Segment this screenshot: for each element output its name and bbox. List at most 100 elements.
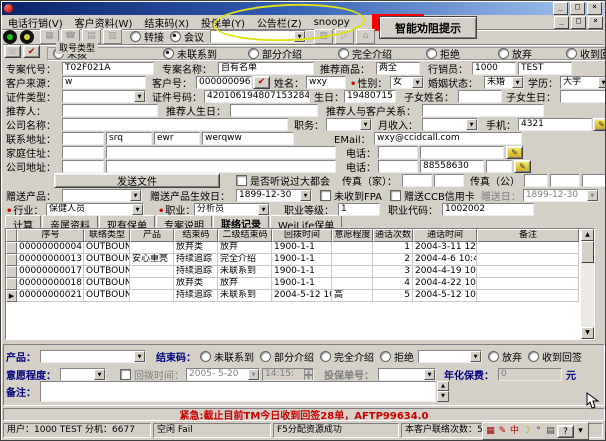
tab[interactable]: 计算 [5,215,41,228]
home-address-input-1[interactable] [62,146,104,159]
company-phone-input[interactable]: 88558630 [420,160,484,173]
referrer-relation-input[interactable] [422,104,544,117]
table-row[interactable]: ▶00000000021OUTBOUND持续追踪未联系到2004-5-12 10… [6,290,594,302]
dial-type-option[interactable]: 拒绝 [426,46,498,61]
dial-type-option[interactable]: 未联系到 [163,46,248,61]
monthly-income-combo[interactable]: ▼ [422,118,478,131]
project-code-input[interactable]: T02F021A [62,62,154,75]
table-row[interactable]: 00000000017OUTBOUND持续追踪未联系到1900-1-132004… [6,266,594,278]
willingness-combo[interactable]: ▼ [60,368,106,381]
home-phone-input[interactable] [420,146,504,159]
send-file-button[interactable]: 发送文件 [54,173,220,188]
menu-item[interactable]: 结束码(X) [138,14,195,31]
agent-id-input[interactable]: 1000 [472,62,516,75]
contact-address-input-4[interactable]: werqww [202,132,294,145]
menu-item[interactable]: 客户资料(W) [69,14,139,31]
job-title-combo[interactable]: ▼ [326,118,372,131]
confirm-dial-button[interactable]: ✔ [23,45,40,58]
name-input[interactable]: wxy [306,76,346,89]
contact-address-input-3[interactable]: ewr [154,132,200,145]
scroll-track[interactable] [581,263,594,327]
result-signed-radio[interactable]: 收到回签 [528,349,582,364]
occupation-combo[interactable]: 分析员▼ [194,203,270,216]
marital-status-combo[interactable]: 未婚▼ [484,76,524,89]
referrer-input[interactable] [62,104,158,117]
dial-type-option[interactable]: 部分介绍 [248,46,338,61]
company-address-input-1[interactable] [62,160,104,173]
scroll-thumb[interactable] [581,241,594,263]
minimize-button[interactable]: _ [553,2,568,15]
recommended-product-input[interactable]: 两全 [376,62,420,75]
fax-home-input-2[interactable] [434,174,464,187]
birthday-input[interactable]: 19480715 [344,90,396,103]
dial-type-option[interactable]: 放弃 [498,46,566,61]
project-name-input[interactable]: 自有名单 [218,62,314,75]
minimize-button[interactable]: _ [554,16,569,29]
ime-indicator-icon[interactable]: ▦ [485,425,496,438]
fax-office-input-3[interactable] [582,174,606,187]
close-button[interactable]: × [588,16,603,29]
agent-name-input[interactable]: TEST [518,62,572,75]
menu-item[interactable]: snoopy [308,16,356,29]
tab[interactable]: 亲属资料 [42,215,98,228]
answer-call-button[interactable] [3,30,17,44]
line-select-combo[interactable]: ▼ [210,30,306,43]
restore-button[interactable]: □ [571,16,586,29]
dial-type-option[interactable]: 收到回签 [566,46,606,61]
gender-combo[interactable]: 女▼ [390,76,424,89]
company-address-input-2[interactable] [106,160,336,173]
mobile-edit-button[interactable]: ✎ [593,118,606,131]
scroll-up-icon[interactable]: ▲ [581,229,594,241]
soft-keyboard-icon[interactable]: ▤ [545,425,556,438]
restore-button[interactable]: □ [570,2,585,15]
menu-item[interactable]: 公告栏(Z) [251,14,308,31]
email-input[interactable]: wxy@ccidcall.com [374,132,522,145]
gift-product-combo[interactable]: ▼ [62,189,142,202]
child-name-input[interactable] [458,90,502,103]
result-refused-radio[interactable]: 拒绝 [380,349,414,364]
help-button[interactable]: ? [557,425,574,438]
policy-number-combo[interactable]: ▼ [378,368,436,381]
dial-type-option[interactable]: 完全介绍 [338,46,426,61]
punctuation-icon[interactable]: ° [533,425,544,438]
education-combo[interactable]: 大学▼ [560,76,606,89]
remark-spinner[interactable]: ▲▼ [437,381,449,402]
table-row[interactable]: 00000000004OUTBOUND放弃类放弃1900-1-112004-3-… [6,242,594,254]
conference-radio[interactable]: 会议 [170,29,204,44]
home-phone-area-input[interactable] [378,146,418,159]
fax-office-input-2[interactable] [550,174,580,187]
fax-home-input-1[interactable] [402,174,432,187]
row-selector[interactable] [6,242,17,254]
occupation-grade-input[interactable]: 1 [338,203,380,216]
menu-item[interactable]: 投保单(Y) [195,14,251,31]
moon-icon[interactable]: ☽ [521,425,532,438]
tab[interactable]: WeiLife保单 [270,215,342,228]
hangup-call-button[interactable] [20,30,34,44]
company-phone-area-input[interactable] [378,160,418,173]
table-row[interactable]: 00000000018OUTBOUND放弃类放弃1900-1-142004-4-… [6,278,594,290]
result-partial-intro-radio[interactable]: 部分介绍 [260,349,314,364]
tray-options-icon[interactable]: ▾ [575,425,586,438]
id-type-combo[interactable]: ▼ [62,90,146,103]
id-number-input[interactable]: 420106194807153284 [204,90,310,103]
mobile-input[interactable]: 4321 [518,118,592,131]
callback-date-combo[interactable]: 2005- 5-20▼ [186,368,260,381]
edit-product-combo[interactable]: ▼ [40,350,146,363]
close-button[interactable]: × [587,2,602,15]
customer-id-input[interactable]: 000000096591 [196,76,252,89]
transfer-radio[interactable]: 转接 [130,29,164,44]
annual-premium-input[interactable]: 0 [498,368,562,381]
pen-icon[interactable]: ✎ [497,425,508,438]
result-full-intro-radio[interactable]: 完全介绍 [320,349,374,364]
fax-office-input-1[interactable] [524,174,548,187]
row-selector[interactable] [6,254,17,266]
home-address-input-2[interactable] [106,146,336,159]
industry-combo[interactable]: 保健人员▼ [46,203,144,216]
menu-item[interactable]: 电话行销(V) [2,14,69,31]
table-row[interactable]: 00000000013OUTBOUND安心重亮持续追踪完全介绍1900-1-12… [6,254,594,266]
customer-source-input[interactable]: w [62,76,146,89]
contact-address-input-1[interactable] [62,132,104,145]
referrer-birthday-input[interactable] [230,104,318,117]
home-phone-edit-button[interactable]: ✎ [506,146,523,159]
callback-time-checkbox[interactable]: 回拨时间： [120,367,184,382]
